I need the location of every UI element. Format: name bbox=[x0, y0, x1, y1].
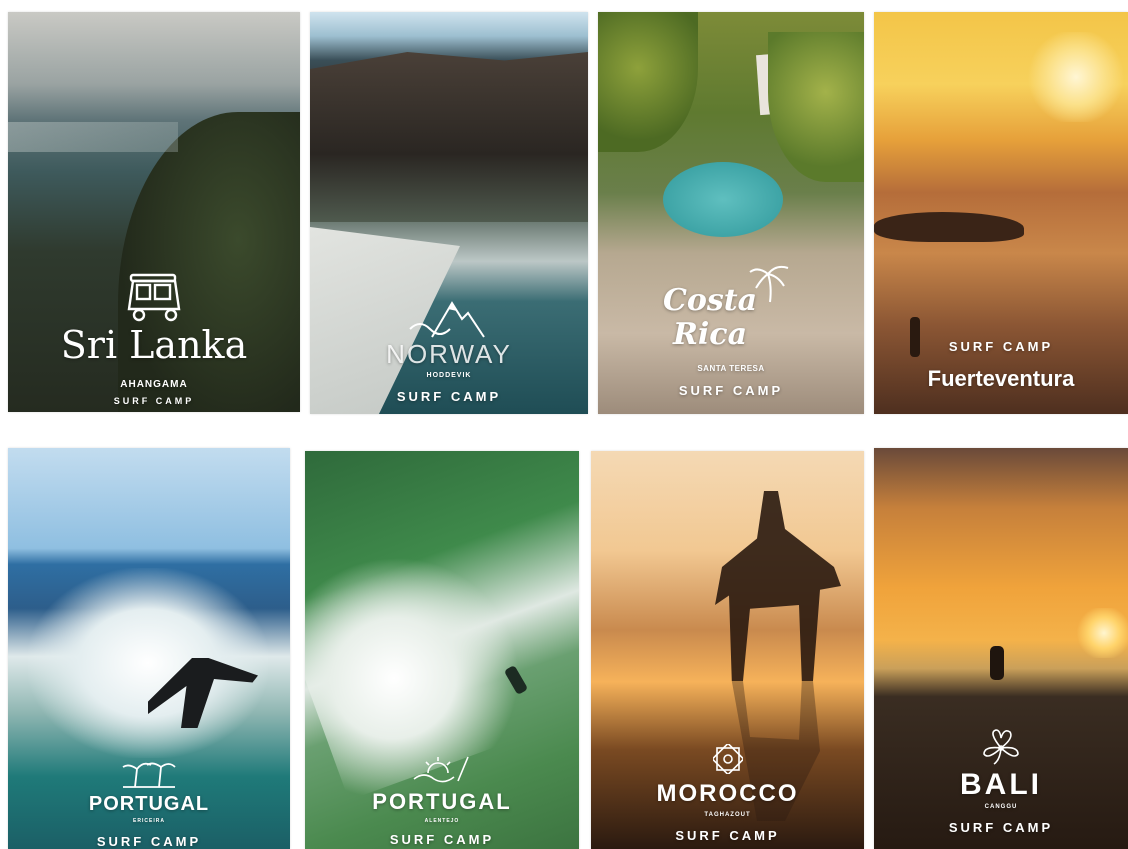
destination-title: PORTUGAL bbox=[372, 789, 512, 814]
hibiscus-flower-icon bbox=[983, 729, 1019, 765]
tagline-label: SURF CAMP bbox=[389, 832, 495, 847]
card-costa-rica[interactable]: Costa Rica SANTA TERESA SURF CAMP bbox=[598, 12, 864, 414]
location-label: SANTA TERESA bbox=[697, 364, 765, 373]
card-morocco[interactable]: MOROCCO TAGHAZOUT SURF CAMP bbox=[591, 451, 864, 849]
location-label: HODDEVIK bbox=[426, 372, 472, 379]
surfer-silhouette bbox=[990, 646, 1004, 680]
tagline-label: SURF CAMP bbox=[113, 396, 195, 406]
destination-script-title: Costa Rica bbox=[662, 283, 758, 352]
costa-rica-logo: Costa Rica bbox=[656, 260, 806, 360]
tagline-label: SURF CAMP bbox=[948, 339, 1054, 354]
destination-title: NORWAY bbox=[386, 339, 512, 369]
location-label: CANGGU bbox=[984, 804, 1018, 810]
location-label: ERICEIRA bbox=[133, 818, 165, 824]
wave-spray bbox=[28, 568, 268, 758]
mountain-wave-icon bbox=[409, 301, 485, 338]
destination-title: BALI bbox=[960, 768, 1042, 801]
pool-shape bbox=[663, 162, 783, 237]
moroccan-tile-icon bbox=[712, 744, 743, 774]
destination-script-title: Sri Lanka bbox=[60, 323, 248, 367]
card-norway[interactable]: NORWAY HODDEVIK SURF CAMP bbox=[310, 12, 588, 414]
card-bali[interactable]: BALI CANGGU SURF CAMP bbox=[874, 448, 1128, 849]
location-label: AHANGAMA bbox=[120, 379, 188, 390]
location-label: TAGHAZOUT bbox=[704, 812, 751, 818]
sun-glow bbox=[1074, 608, 1128, 658]
sun-wave-icon bbox=[413, 756, 469, 783]
tagline-label: SURF CAMP bbox=[396, 389, 502, 404]
destination-title: PORTUGAL bbox=[88, 793, 210, 815]
destination-title: MOROCCO bbox=[656, 780, 799, 807]
location-label: ALENTEJO bbox=[424, 818, 460, 824]
card-sri-lanka[interactable]: Sri Lanka AHANGAMA SURF CAMP bbox=[8, 12, 300, 412]
tagline-label: SURF CAMP bbox=[96, 834, 202, 849]
card-portugal-alentejo[interactable]: PORTUGAL ALENTEJO SURF CAMP bbox=[305, 451, 579, 849]
destination-title: Fuerteventura bbox=[927, 366, 1075, 391]
tagline-label: SURF CAMP bbox=[948, 820, 1054, 835]
card-fuerteventura[interactable]: SURF CAMP Fuerteventura bbox=[874, 12, 1128, 414]
mountain-shape bbox=[310, 52, 588, 222]
tagline-label: SURF CAMP bbox=[678, 383, 784, 398]
tuk-tuk-icon bbox=[127, 273, 181, 322]
rock-shape bbox=[874, 212, 1024, 242]
sun-glow bbox=[1024, 32, 1128, 122]
surf-line bbox=[8, 122, 178, 152]
tagline-label: SURF CAMP bbox=[675, 828, 780, 843]
palm-trees-icon bbox=[122, 762, 176, 788]
card-portugal-ericeira[interactable]: PORTUGAL ERICEIRA SURF CAMP bbox=[8, 448, 290, 849]
